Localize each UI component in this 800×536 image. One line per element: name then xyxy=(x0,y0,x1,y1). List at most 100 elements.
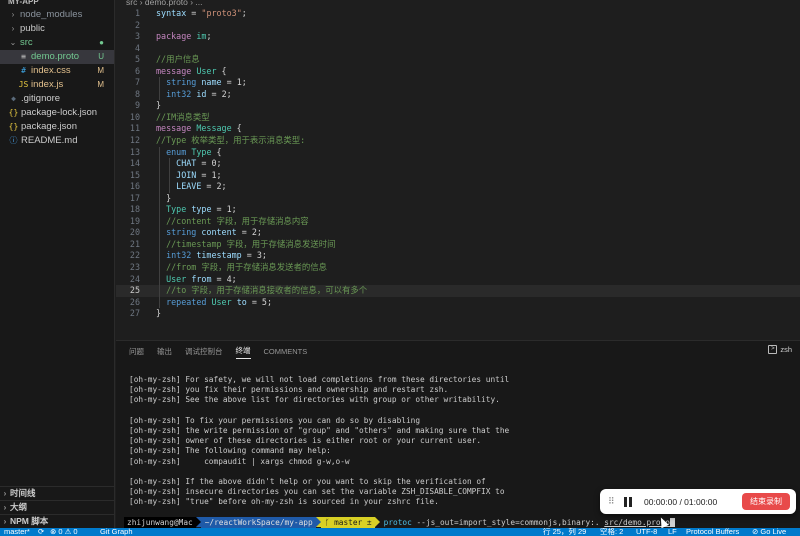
line-number: 6 xyxy=(134,65,140,76)
terminal-line: [oh-my-zsh] See the above list for direc… xyxy=(129,395,500,405)
code-token: string xyxy=(156,227,197,238)
code-line[interactable]: 8 int32 id = 2; xyxy=(116,88,800,101)
line-number: 2 xyxy=(134,19,140,30)
git-graph-status[interactable]: Git Graph xyxy=(100,528,133,535)
code-line[interactable]: 2 xyxy=(116,20,800,32)
language-mode[interactable]: Protocol Buffers xyxy=(686,528,739,535)
code-line[interactable]: 22 int32 timestamp = 3; xyxy=(116,250,800,263)
code-line[interactable]: 12 //Type 枚举类型，用于表示消息类型: xyxy=(116,135,800,147)
git-file-icon: ◆ xyxy=(11,94,16,103)
code-line[interactable]: 20 string content = 2; xyxy=(116,227,800,239)
code-text: User from = 4; xyxy=(156,274,237,286)
code-line[interactable]: 25 //to 字段，用于存储消息接收者的信息，可以有多个 xyxy=(116,285,800,297)
code-line[interactable]: 10 //IM消息类型 xyxy=(116,112,800,124)
tree-item[interactable]: JS index.js M xyxy=(0,78,114,92)
terminal-output[interactable]: [oh-my-zsh] For safety, we will not load… xyxy=(129,375,509,507)
code-line[interactable]: 15 JOIN = 1; xyxy=(116,169,800,182)
code-line[interactable]: 18 Type type = 1; xyxy=(116,204,800,216)
code-line[interactable]: 1 syntax = "proto3"; xyxy=(116,8,800,20)
tree-item[interactable]: ≡ demo.proto U xyxy=(0,50,114,64)
code-token: id xyxy=(196,88,207,99)
code-line[interactable]: 3 package im; xyxy=(116,31,800,43)
panel-tab[interactable]: 调试控制台 xyxy=(185,344,223,359)
code-token: = 2; xyxy=(236,227,262,238)
code-text: //from 字段，用于存储消息发送者的信息 xyxy=(156,262,327,274)
git-status-badge: M xyxy=(97,80,104,89)
outline-section[interactable]: › 大纲 xyxy=(0,500,115,513)
go-live-button[interactable]: ⊘ Go Live xyxy=(752,528,786,535)
code-text: } xyxy=(156,308,161,320)
cursor-position[interactable]: 行 25，列 29 xyxy=(543,528,586,535)
code-line[interactable]: 14 CHAT = 0; xyxy=(116,158,800,170)
code-line[interactable]: 21 //timestamp 字段，用于存储消息发送时间 xyxy=(116,238,800,251)
code-token: User xyxy=(156,273,187,284)
eol-status[interactable]: LF xyxy=(668,528,677,535)
indentation-status[interactable]: 空格: 2 xyxy=(600,528,623,535)
encoding-status[interactable]: UTF-8 xyxy=(636,528,657,535)
terminal-prompt[interactable]: zhijunwang@Mac ~/reactWorkSpace/my-app ᚴ… xyxy=(124,516,675,528)
code-line[interactable]: 26 repeated User to = 5; xyxy=(116,296,800,309)
terminal-line: [oh-my-zsh] For safety, we will not load… xyxy=(129,375,510,384)
tree-item[interactable]: # index.css M xyxy=(0,64,114,78)
code-text: string name = 1; xyxy=(156,77,247,89)
tree-item[interactable]: › node_modules xyxy=(0,8,114,22)
branch-status[interactable]: master* xyxy=(4,528,30,535)
code-line[interactable]: 13 enum Type { xyxy=(116,146,800,159)
code-token: //用户信息 xyxy=(156,54,200,65)
tree-item[interactable]: ⌄ src ● xyxy=(0,36,114,50)
panel-tab[interactable]: 输出 xyxy=(157,344,172,359)
code-token: Type xyxy=(191,146,212,157)
code-line[interactable]: 6 message User { xyxy=(116,66,800,78)
code-line[interactable]: 27} xyxy=(116,308,800,320)
timeline-label: 时间线 xyxy=(10,487,36,498)
problems-status[interactable]: ⊗ 0 ⚠ 0 xyxy=(50,528,78,535)
pause-button[interactable] xyxy=(624,496,634,507)
code-line[interactable]: 7 string name = 1; xyxy=(116,77,800,89)
panel-tab[interactable]: COMMENTS xyxy=(264,345,308,358)
code-line[interactable]: 24 User from = 4; xyxy=(116,273,800,286)
code-line[interactable]: 4 xyxy=(116,43,800,55)
panel-tab[interactable]: 终端 xyxy=(235,343,251,359)
tree-item-label: node_modules xyxy=(20,9,83,20)
screen-recorder-widget: ⠿ 00:00:00 / 01:00:00 结束录制 xyxy=(600,489,796,514)
tree-item[interactable]: ⓘ README.md xyxy=(0,134,114,148)
code-text: //timestamp 字段，用于存储消息发送时间 xyxy=(156,239,335,251)
drag-handle-icon[interactable]: ⠿ xyxy=(608,496,616,507)
tree-item[interactable]: {} package-lock.json xyxy=(0,106,114,120)
npm-scripts-section[interactable]: › NPM 脚本 xyxy=(0,514,115,527)
tree-item-label: .gitignore xyxy=(21,93,61,104)
stop-recording-button[interactable]: 结束录制 xyxy=(742,493,790,510)
code-line[interactable]: 11 message Message { xyxy=(116,123,800,135)
sync-icon[interactable]: ⟳ xyxy=(38,528,44,535)
code-token: Message xyxy=(196,123,232,134)
tree-item[interactable]: ◆ .gitignore xyxy=(0,92,114,106)
tree-item[interactable]: {} package.json xyxy=(0,120,114,134)
breadcrumb[interactable]: src › demo.proto › ... xyxy=(116,0,800,8)
code-token: = 4; xyxy=(211,273,237,284)
code-token: "proto3" xyxy=(201,8,242,18)
tree-item-label: public xyxy=(20,23,45,34)
code-token: LEAVE xyxy=(156,181,202,192)
chevron-right-icon: › xyxy=(3,488,7,498)
code-line[interactable]: 19 //content 字段，用于存储消息内容 xyxy=(116,215,800,228)
code-token: int32 xyxy=(156,250,192,261)
terminal-line: [oh-my-zsh] "true" before oh-my-zsh is s… xyxy=(129,497,439,507)
code-line[interactable]: 9} xyxy=(116,100,800,112)
tree-item[interactable]: › public xyxy=(0,22,114,36)
code-token: = 5; xyxy=(246,296,272,307)
terminal-shell-indicator[interactable]: > zsh xyxy=(768,345,792,354)
panel-tab[interactable]: 问题 xyxy=(129,344,144,359)
code-text: LEAVE = 2; xyxy=(156,181,226,193)
code-line[interactable]: 16 LEAVE = 2; xyxy=(116,181,800,193)
code-line[interactable]: 17 } xyxy=(116,192,800,205)
code-line[interactable]: 23 //from 字段，用于存储消息发送者的信息 xyxy=(116,262,800,274)
tree-item-label: index.css xyxy=(31,65,71,76)
code-editor[interactable]: src › demo.proto › ... 1 syntax = "proto3… xyxy=(116,0,800,340)
chevron-right-icon: › xyxy=(11,10,15,19)
code-token: syntax xyxy=(156,8,187,18)
code-line[interactable]: 5 //用户信息 xyxy=(116,54,800,66)
timeline-section[interactable]: › 时间线 xyxy=(0,486,115,499)
code-lines[interactable]: 1 syntax = "proto3"; 2 3 package im; 4 5 //用户信息… xyxy=(116,8,800,320)
tree-item-label: demo.proto xyxy=(31,51,80,62)
